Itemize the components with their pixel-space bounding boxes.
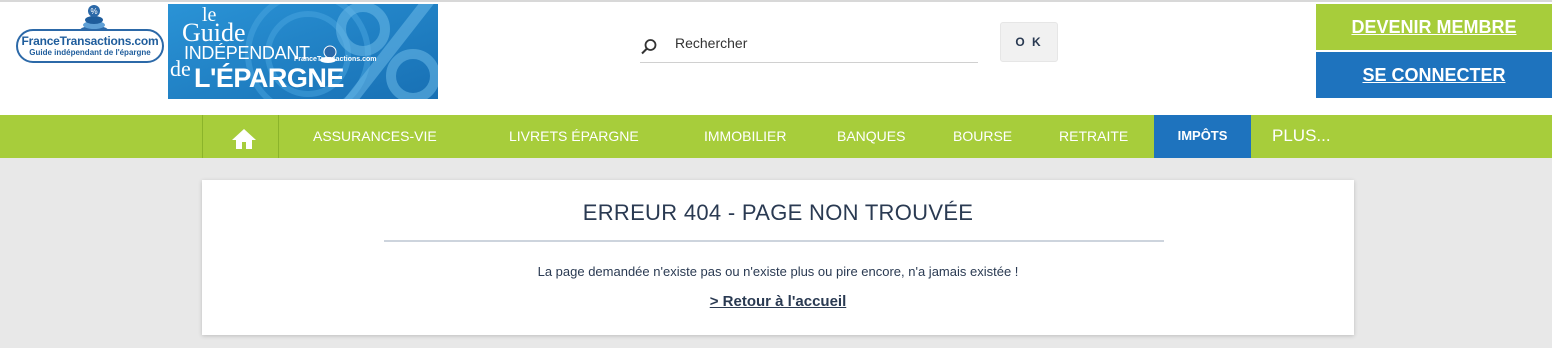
- error-message: La page demandée n'existe pas ou n'exist…: [537, 264, 1019, 279]
- logo-pill: FranceTransactions.com Guide indépendant…: [16, 29, 164, 63]
- home-icon: [232, 129, 256, 149]
- nav-item-plus[interactable]: PLUS...: [1272, 115, 1331, 158]
- search-input[interactable]: [662, 29, 972, 57]
- banner-independant-text: INDÉPENDANT: [184, 43, 310, 63]
- nav-item-assurances-vie[interactable]: ASSURANCES-VIE: [313, 115, 437, 158]
- login-button[interactable]: SE CONNECTER: [1316, 52, 1552, 98]
- nav-item-immobilier[interactable]: IMMOBILIER: [704, 115, 786, 158]
- nav-item-retraite[interactable]: RETRAITE: [1059, 115, 1128, 158]
- nav-item-livrets-epargne[interactable]: LIVRETS ÉPARGNE: [509, 115, 639, 158]
- nav-home[interactable]: [202, 115, 279, 158]
- search-icon[interactable]: [640, 38, 658, 56]
- site-header: % FranceTransactions.com Guide indépenda…: [0, 0, 1552, 115]
- banner-epargne-text: L'ÉPARGNE: [194, 63, 344, 93]
- main-nav: ASSURANCES-VIE LIVRETS ÉPARGNE IMMOBILIE…: [0, 115, 1552, 158]
- logo-tagline: Guide indépendant de l'épargne: [29, 48, 151, 57]
- nav-item-banques[interactable]: BANQUES: [837, 115, 905, 158]
- francetransactions-logo[interactable]: % FranceTransactions.com Guide indépenda…: [14, 4, 166, 64]
- nav-item-bourse[interactable]: BOURSE: [953, 115, 1012, 158]
- become-member-button[interactable]: DEVENIR MEMBRE: [1316, 4, 1552, 50]
- guide-epargne-banner[interactable]: le Guide INDÉPENDANT FranceTransactions.…: [168, 4, 438, 99]
- banner-brand-text: FranceTransactions.com: [294, 56, 377, 63]
- nav-item-impots[interactable]: IMPÔTS: [1154, 115, 1251, 158]
- error-card: ERREUR 404 - PAGE NON TROUVÉE La page de…: [202, 180, 1354, 335]
- error-title: ERREUR 404 - PAGE NON TROUVÉE: [582, 200, 974, 225]
- svg-text:%: %: [90, 7, 97, 16]
- banner-de-text: de: [170, 56, 191, 81]
- search-submit-button[interactable]: O K: [1000, 22, 1058, 62]
- logo-name: FranceTransactions.com: [21, 34, 159, 48]
- search-bar: [640, 29, 978, 63]
- title-divider: [384, 240, 1164, 242]
- back-home-link[interactable]: > Retour à l'accueil: [202, 293, 1354, 310]
